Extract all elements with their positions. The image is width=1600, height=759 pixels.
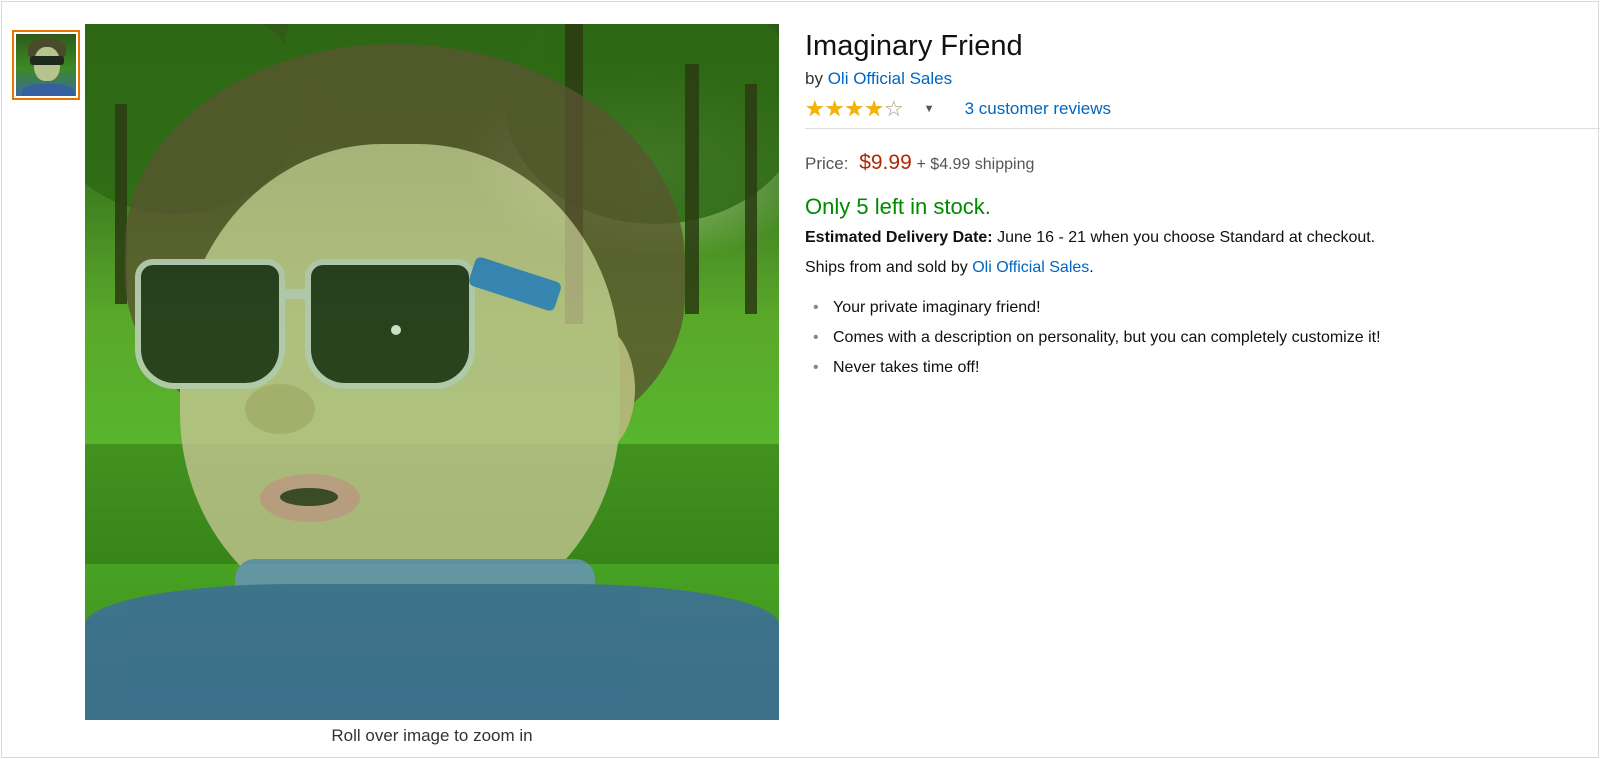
- divider: [805, 128, 1600, 129]
- delivery-label: Estimated Delivery Date:: [805, 229, 993, 246]
- price-label: Price:: [805, 154, 849, 173]
- stock-status: Only 5 left in stock.: [805, 194, 991, 219]
- image-thumbnail[interactable]: [12, 30, 80, 100]
- feature-bullet: Comes with a description on personality,…: [805, 327, 1595, 349]
- star-icon: ★: [805, 96, 825, 121]
- price-value: $9.99: [859, 151, 912, 174]
- ships-seller-link[interactable]: Oli Official Sales: [972, 259, 1089, 276]
- product-details: Imaginary Friend by Oli Official Sales ★…: [805, 28, 1600, 387]
- thumbnail-photo: [16, 34, 76, 96]
- star-icon: ★: [824, 96, 845, 121]
- ships-from: Ships from and sold by Oli Official Sale…: [805, 257, 1595, 279]
- price-row: Price: $9.99 + $4.99 shipping: [805, 151, 1595, 177]
- feature-bullet: Never takes time off!: [805, 357, 1595, 379]
- byline-prefix: by: [805, 69, 823, 88]
- feature-bullets: Your private imaginary friend! Comes wit…: [805, 297, 1595, 379]
- delivery-estimate: Estimated Delivery Date: June 16 - 21 wh…: [805, 227, 1595, 249]
- customer-reviews-link[interactable]: 3 customer reviews: [965, 99, 1111, 119]
- feature-bullet: Your private imaginary friend!: [805, 297, 1595, 319]
- star-icon: ★: [864, 96, 884, 121]
- byline: by Oli Official Sales: [805, 68, 1595, 90]
- product-main-image[interactable]: [85, 24, 779, 720]
- star-empty-icon: ☆: [883, 96, 904, 121]
- ships-suffix: .: [1089, 259, 1094, 276]
- star-icon: ★: [844, 96, 865, 121]
- product-title: Imaginary Friend: [805, 30, 1023, 62]
- rating-row: ★ ★ ★ ★ ☆ ▼ 3 customer reviews: [805, 96, 1595, 122]
- boy-photo: [85, 24, 779, 720]
- ships-prefix: Ships from and sold by: [805, 259, 968, 276]
- shipping-cost: + $4.99 shipping: [916, 156, 1035, 173]
- delivery-text: June 16 - 21 when you choose Standard at…: [997, 229, 1376, 246]
- star-rating[interactable]: ★ ★ ★ ★ ☆: [805, 98, 904, 120]
- chevron-down-icon[interactable]: ▼: [924, 103, 935, 115]
- seller-link[interactable]: Oli Official Sales: [828, 69, 952, 88]
- zoom-caption: Roll over image to zoom in: [331, 726, 533, 745]
